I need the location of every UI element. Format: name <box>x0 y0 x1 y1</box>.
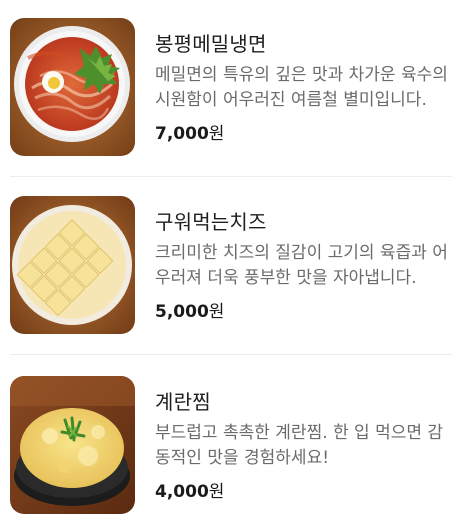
food-photo <box>10 196 135 334</box>
grilled-cheese-image <box>10 196 135 334</box>
menu-item-description: 크리미한 치즈의 질감이 고기의 육즙과 어우러져 더욱 풍부한 맛을 자아냅니… <box>155 243 448 288</box>
food-photo <box>10 376 135 514</box>
price-amount: 4,000 <box>155 482 209 502</box>
food-photo <box>10 18 135 156</box>
price-currency: 원 <box>208 124 225 144</box>
menu-item[interactable]: 구워먹는치즈 크리미한 치즈의 질감이 고기의 육즙과 어우러져 더욱 풍부한 … <box>0 196 465 336</box>
menu-item[interactable]: 봉평메밀냉면 메밀면의 특유의 깊은 맛과 차가운 육수의 시원함이 어우러진 … <box>0 18 465 158</box>
menu-item-price: 4,000원 <box>155 477 224 502</box>
menu-item-price: 7,000원 <box>155 119 224 144</box>
price-amount: 7,000 <box>155 124 209 144</box>
menu-item-name: 봉평메밀냉면 <box>155 32 267 56</box>
divider <box>10 176 452 177</box>
menu-item-description: 메밀면의 특유의 깊은 맛과 차가운 육수의 시원함이 어우러진 여름철 별미입… <box>155 65 448 110</box>
menu-item-name: 구워먹는치즈 <box>155 210 267 234</box>
menu-item-price: 5,000원 <box>155 297 224 322</box>
price-currency: 원 <box>208 302 225 322</box>
menu-item-description: 부드럽고 촉촉한 계란찜. 한 입 먹으면 감동적인 맛을 경험하세요! <box>155 423 444 468</box>
menu-item[interactable]: 계란찜 부드럽고 촉촉한 계란찜. 한 입 먹으면 감동적인 맛을 경험하세요!… <box>0 376 465 516</box>
steamed-egg-image <box>10 376 135 514</box>
price-currency: 원 <box>208 482 225 502</box>
naengmyeon-image <box>10 18 135 156</box>
price-amount: 5,000 <box>155 302 209 322</box>
menu-item-name: 계란찜 <box>155 390 211 414</box>
divider <box>10 354 452 355</box>
